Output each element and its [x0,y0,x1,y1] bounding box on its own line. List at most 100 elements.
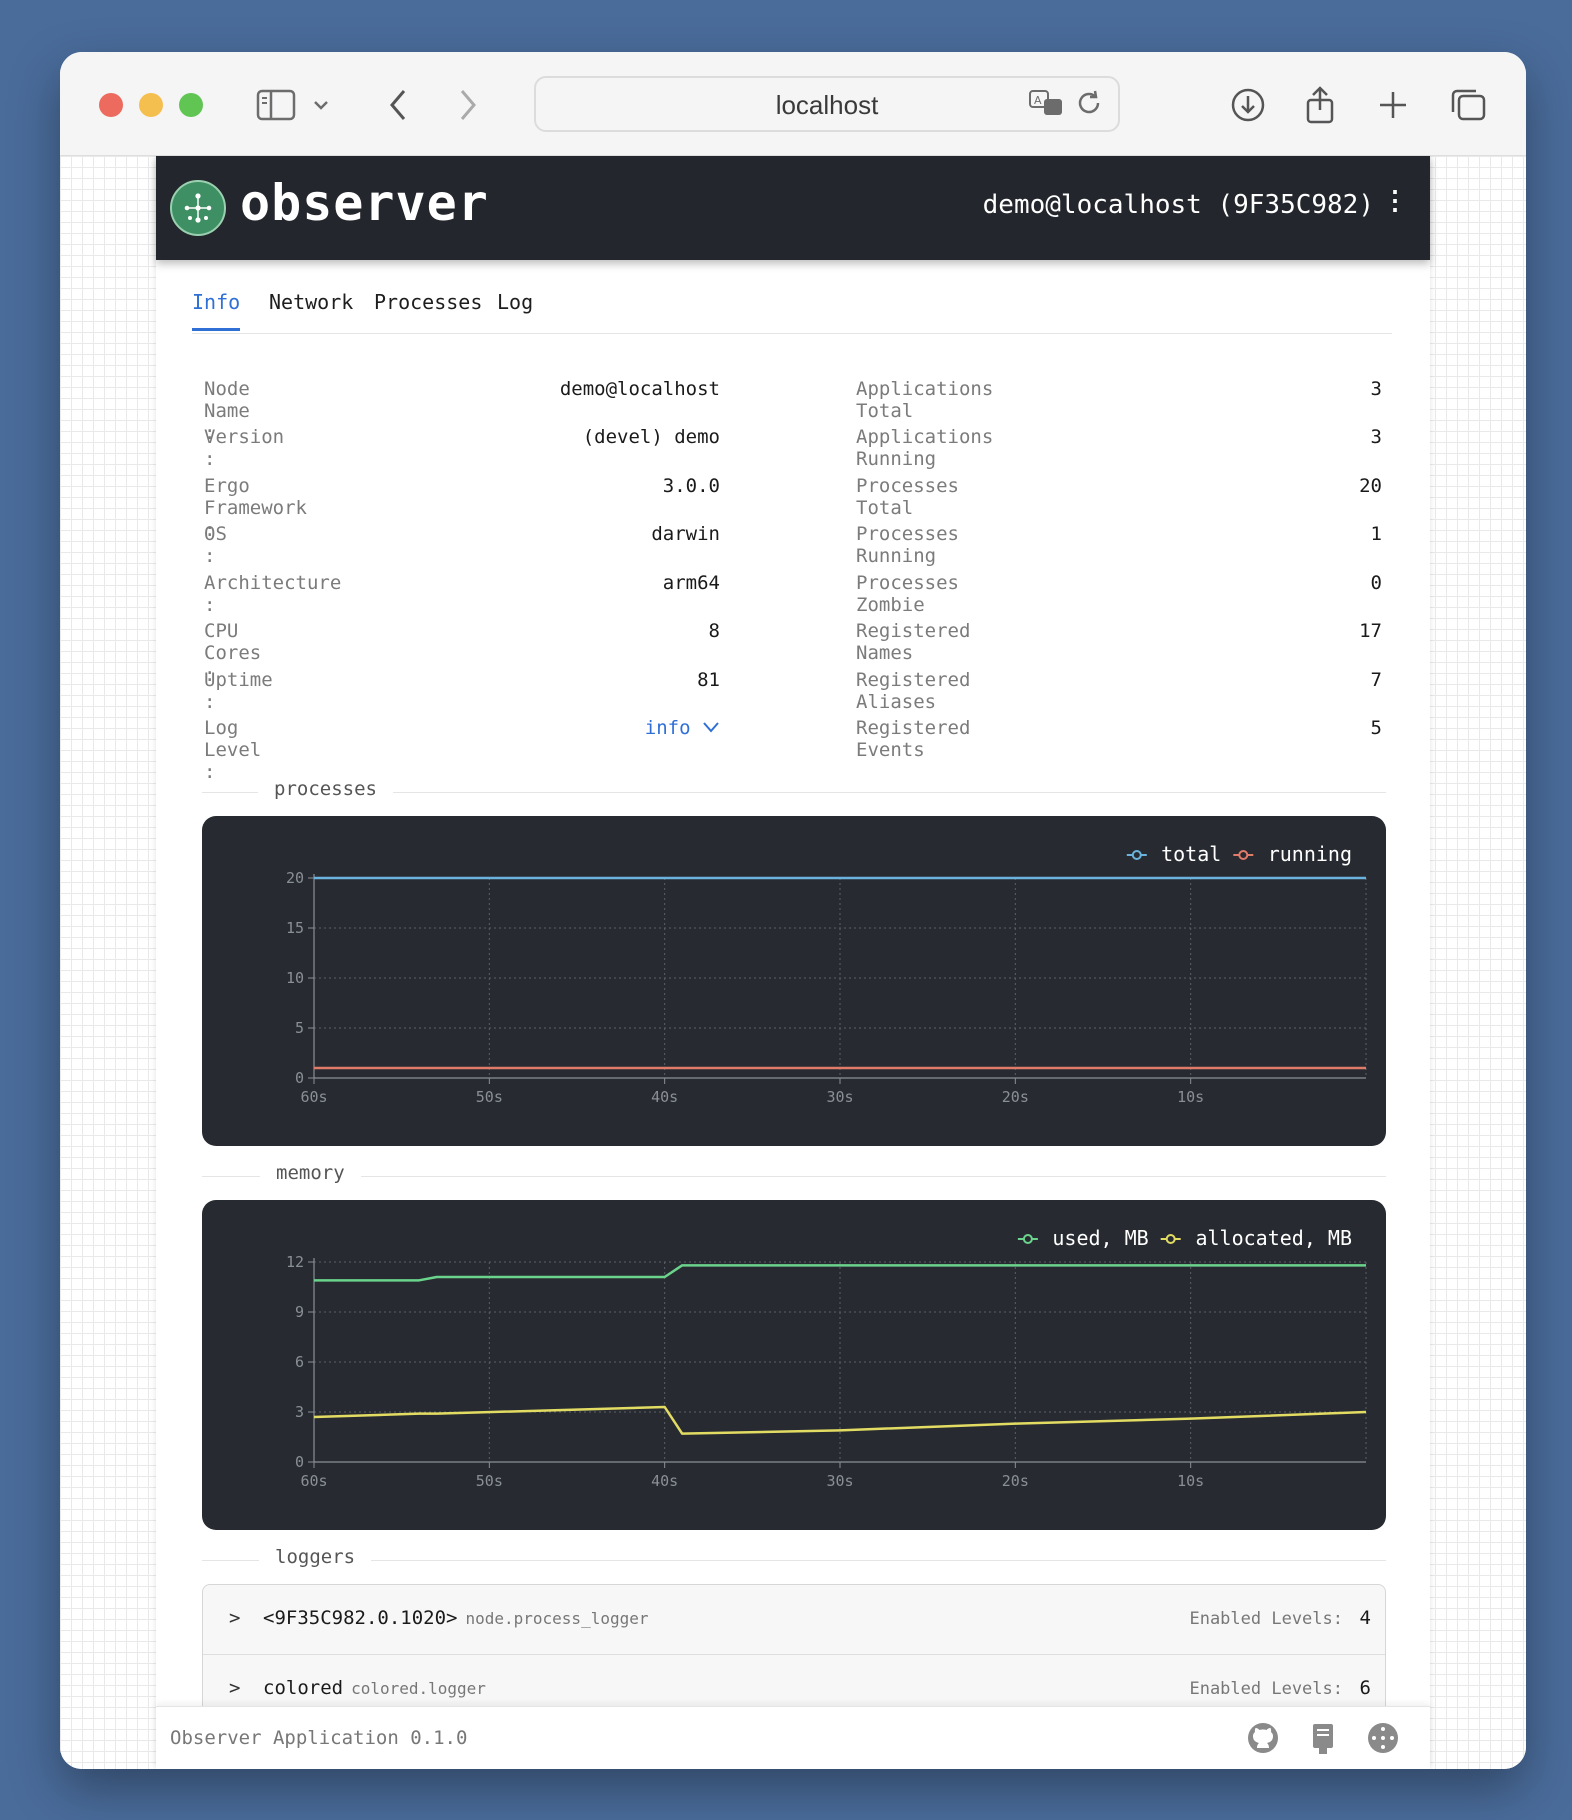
more-vertical-icon[interactable]: ⋮ [1382,186,1408,216]
x-tick-label: 30s [826,1472,853,1490]
stat-value: 3 [1370,378,1382,400]
enabled-levels-value: 4 [1359,1607,1371,1629]
legend-marker-dot [1131,850,1142,860]
legend-marker-dot [1238,850,1249,860]
y-tick-label: 6 [295,1353,304,1371]
enabled-levels-label: Enabled Levels: [1189,1679,1343,1699]
y-tick-label: 15 [286,919,304,937]
section-divider [202,1176,1386,1177]
stat-value: 17 [1359,620,1382,642]
y-tick-label: 0 [295,1453,304,1471]
y-tick-label: 20 [286,869,304,887]
chevron-down-icon[interactable] [307,82,335,128]
x-tick-label: 40s [651,1088,678,1106]
chevron-down-icon [702,717,720,739]
info-label: Version [204,426,285,448]
log-level-select[interactable]: info [456,717,720,739]
tab-info[interactable]: Info [192,290,241,331]
processes-chart-svg: 0 5 10 15 20 60s 50s 40s 30s 20s 10s running total [286,842,1367,1106]
minimize-window-button[interactable] [139,93,163,117]
chevron-right-icon[interactable]: > [229,1677,240,1699]
x-tick-label: 10s [1177,1472,1204,1490]
logger-type: node.process_logger [465,1609,649,1628]
github-icon[interactable] [1246,1721,1280,1759]
observer-app: observer demo@localhost (9F35C982) ⋮ Inf… [156,156,1430,1769]
legend-label: used, MB [1052,1226,1148,1250]
x-tick-label: 10s [1177,1088,1204,1106]
x-tick-label: 20s [1002,1472,1029,1490]
legend-marker-dot [1022,1234,1033,1244]
page-viewport: observer demo@localhost (9F35C982) ⋮ Inf… [60,156,1526,1769]
forward-icon[interactable] [445,82,491,128]
section-title-loggers: loggers [259,1546,372,1568]
tab-processes[interactable]: Processes [374,290,482,328]
info-label: Log Level [204,717,262,761]
observer-logo-icon [170,180,226,236]
ergo-logo-icon[interactable] [1366,1721,1400,1759]
memory-chart: 0 3 6 9 12 60s 50s 40s 30s 20s 10s allocated, MB use… [202,1200,1386,1530]
stat-value: 1 [1370,523,1382,545]
legend-label: running [1268,842,1352,866]
tab-network[interactable]: Network [269,290,353,328]
translate-icon[interactable]: A [1028,88,1066,122]
chevron-right-icon[interactable]: > [229,1607,240,1629]
svg-text:A: A [1034,94,1042,107]
x-tick-label: 50s [476,1088,503,1106]
stat-label: Registered Events [856,717,971,761]
stat-value: 3 [1370,426,1382,448]
stat-label: Processes Zombie [856,572,959,616]
sidebar-toggle-icon[interactable] [253,82,299,128]
x-tick-label: 60s [300,1472,327,1490]
browser-toolbar: localhost A [60,52,1526,156]
downloads-icon[interactable] [1225,82,1271,128]
logger-name: <9F35C982.0.1020> [263,1607,458,1629]
book-icon[interactable] [1308,1721,1338,1759]
footer-version: Observer Application 0.1.0 [170,1727,468,1749]
stat-value: 7 [1370,669,1382,691]
app-brand: observer [240,174,489,232]
zoom-window-button[interactable] [179,93,203,117]
reload-icon[interactable] [1074,88,1104,122]
stat-label: Applications Running [856,426,994,470]
info-value: 81 [697,669,720,691]
legend-label: total [1161,842,1221,866]
section-title-memory: memory [260,1162,361,1184]
new-tab-icon[interactable] [1370,82,1416,128]
y-tick-label: 9 [295,1303,304,1321]
close-window-button[interactable] [99,93,123,117]
info-value: darwin [651,523,720,545]
logger-name: colored [263,1677,344,1699]
section-divider [202,1560,1386,1561]
logger-row[interactable]: > <9F35C982.0.1020> node.process_logger E… [203,1585,1385,1655]
info-value: demo@localhost [559,378,720,400]
back-icon[interactable] [375,82,421,128]
stat-label: Processes Total [856,475,959,519]
y-tick-label: 10 [286,969,304,987]
info-label: Node Name [204,378,250,422]
y-tick-label: 12 [286,1253,304,1271]
processes-chart: 0 5 10 15 20 60s 50s 40s 30s 20s 10s running total [202,816,1386,1146]
tab-log[interactable]: Log [497,290,533,328]
logger-type: colored.logger [351,1679,486,1698]
app-header: observer demo@localhost (9F35C982) ⋮ [156,156,1430,260]
browser-window: localhost A observer demo@localhost (9F3… [60,52,1526,1769]
info-label: Uptime [204,669,273,691]
info-label: OS [204,523,227,545]
stat-label: Registered Aliases [856,669,971,713]
tab-overview-icon[interactable] [1445,82,1491,128]
info-value: 8 [708,620,720,642]
info-value: 3.0.0 [662,475,720,497]
section-title-processes: processes [258,778,393,800]
app-footer: Observer Application 0.1.0 [156,1706,1430,1769]
legend-label: allocated, MB [1195,1226,1352,1250]
info-label: Ergo Framework [204,475,307,519]
address-bar[interactable]: localhost A [534,76,1120,132]
legend-marker-dot [1165,1234,1176,1244]
loggers-list: > <9F35C982.0.1020> node.process_logger E… [202,1584,1386,1726]
x-tick-label: 20s [1002,1088,1029,1106]
node-title: demo@localhost (9F35C982) [982,190,1374,220]
share-icon[interactable] [1297,82,1343,128]
info-value: arm64 [662,572,720,594]
series-line [313,1405,1367,1435]
stat-value: 0 [1370,572,1382,594]
